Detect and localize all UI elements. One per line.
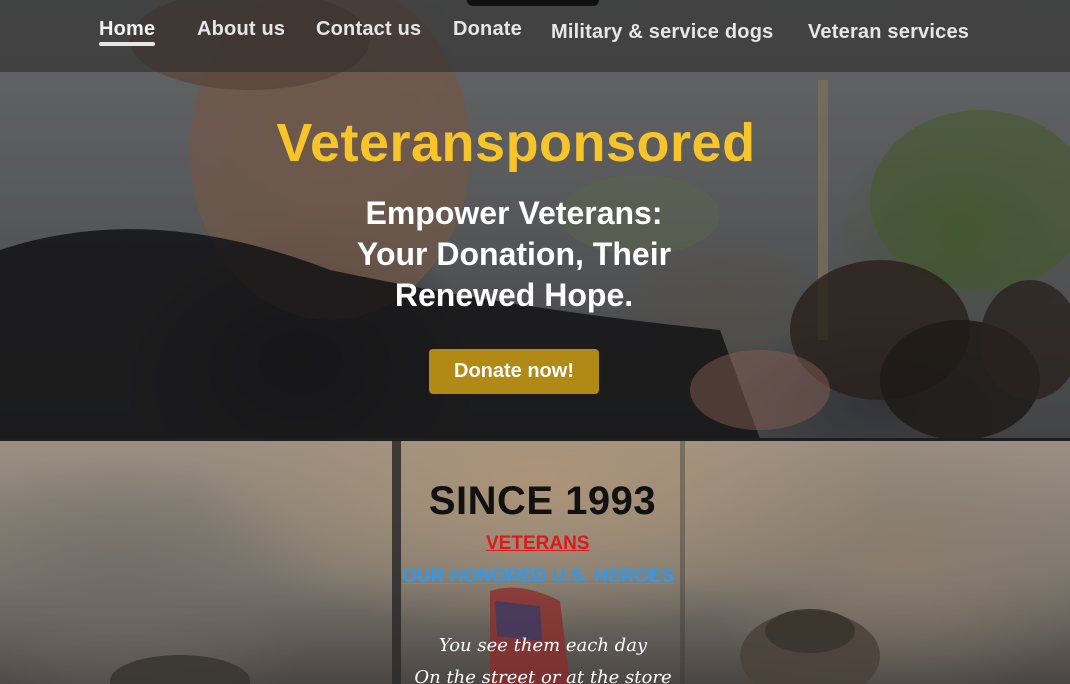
tagline-line-3: Renewed Hope. [394,277,634,313]
nav-contact-us[interactable]: Contact us [316,18,421,41]
poem-text: You see them each day On the street or a… [0,630,1070,684]
tagline-line-1: Empower Veterans: [365,195,663,231]
nav-donate[interactable]: Donate [453,18,522,41]
hero-tagline: Empower Veterans: Your Donation, Their R… [0,193,1028,316]
tagline-line-2: Your Donation, Their [356,236,672,272]
honored-heroes-link[interactable]: OUR HONORED U.S. HEROES [402,566,674,588]
poem-line-2: On the street or at the store [414,667,672,684]
donate-now-button[interactable]: Donate now! [429,349,599,394]
nav-military-service-dogs[interactable]: Military & service dogs [551,21,773,44]
top-navbar: Home About us Contact us Donate Military… [0,0,1070,72]
veterans-link[interactable]: VETERANS [486,533,589,555]
poem-line-1: You see them each day [438,635,648,656]
nav-home[interactable]: Home [99,18,155,41]
nav-notch [467,0,599,6]
nav-active-underline [99,42,155,46]
nav-veteran-services[interactable]: Veteran services [808,21,969,44]
nav-about-us[interactable]: About us [197,18,285,41]
since-title: SINCE 1993 [428,479,657,523]
brand-title: Veteransponsored [276,113,756,173]
